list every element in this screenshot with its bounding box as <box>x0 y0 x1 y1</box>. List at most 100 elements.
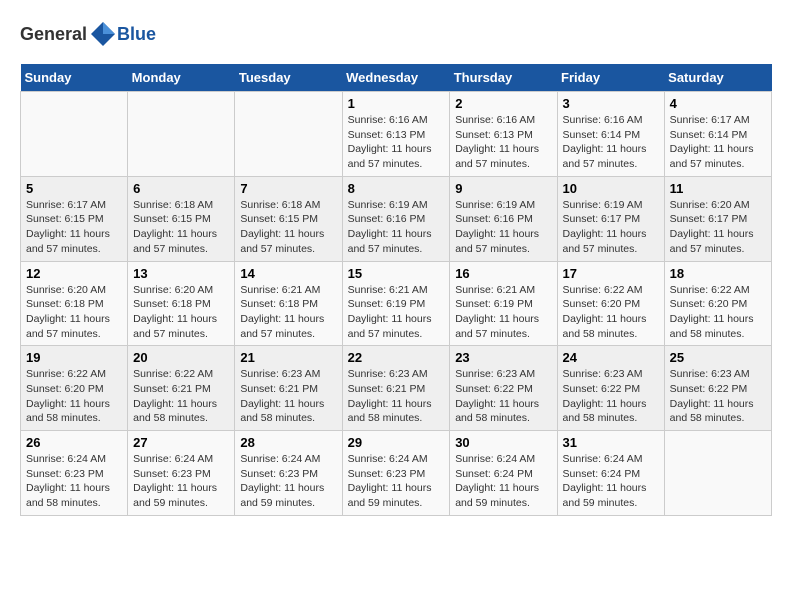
day-number: 27 <box>133 435 229 450</box>
calendar-cell: 17 Sunrise: 6:22 AM Sunset: 6:20 PM Dayli… <box>557 261 664 346</box>
calendar-cell: 31 Sunrise: 6:24 AM Sunset: 6:24 PM Dayli… <box>557 431 664 516</box>
calendar-cell: 22 Sunrise: 6:23 AM Sunset: 6:21 PM Dayli… <box>342 346 450 431</box>
calendar-cell: 27 Sunrise: 6:24 AM Sunset: 6:23 PM Dayli… <box>128 431 235 516</box>
day-number: 20 <box>133 350 229 365</box>
day-number: 17 <box>563 266 659 281</box>
day-number: 26 <box>26 435 122 450</box>
day-number: 31 <box>563 435 659 450</box>
logo-text-blue: Blue <box>117 24 156 45</box>
calendar-cell: 3 Sunrise: 6:16 AM Sunset: 6:14 PM Daylig… <box>557 92 664 177</box>
day-info: Sunrise: 6:18 AM Sunset: 6:15 PM Dayligh… <box>240 198 336 257</box>
calendar-cell: 15 Sunrise: 6:21 AM Sunset: 6:19 PM Dayli… <box>342 261 450 346</box>
column-header-monday: Monday <box>128 64 235 92</box>
calendar-cell: 24 Sunrise: 6:23 AM Sunset: 6:22 PM Dayli… <box>557 346 664 431</box>
calendar-cell: 28 Sunrise: 6:24 AM Sunset: 6:23 PM Dayli… <box>235 431 342 516</box>
day-info: Sunrise: 6:24 AM Sunset: 6:23 PM Dayligh… <box>240 452 336 511</box>
day-info: Sunrise: 6:23 AM Sunset: 6:22 PM Dayligh… <box>563 367 659 426</box>
day-number: 7 <box>240 181 336 196</box>
day-number: 10 <box>563 181 659 196</box>
calendar-cell: 29 Sunrise: 6:24 AM Sunset: 6:23 PM Dayli… <box>342 431 450 516</box>
calendar-cell: 21 Sunrise: 6:23 AM Sunset: 6:21 PM Dayli… <box>235 346 342 431</box>
calendar-cell: 9 Sunrise: 6:19 AM Sunset: 6:16 PM Daylig… <box>450 176 557 261</box>
calendar-cell: 30 Sunrise: 6:24 AM Sunset: 6:24 PM Dayli… <box>450 431 557 516</box>
calendar-cell: 12Sunrise: 6:20 AM Sunset: 6:18 PM Dayli… <box>21 261 128 346</box>
day-info: Sunrise: 6:24 AM Sunset: 6:24 PM Dayligh… <box>563 452 659 511</box>
day-info: Sunrise: 6:21 AM Sunset: 6:18 PM Dayligh… <box>240 283 336 342</box>
day-number: 5 <box>26 181 122 196</box>
day-info: Sunrise: 6:16 AM Sunset: 6:13 PM Dayligh… <box>455 113 551 172</box>
day-number: 8 <box>348 181 445 196</box>
day-info: Sunrise: 6:23 AM Sunset: 6:21 PM Dayligh… <box>348 367 445 426</box>
day-info: Sunrise: 6:21 AM Sunset: 6:19 PM Dayligh… <box>455 283 551 342</box>
page-header: General Blue <box>20 20 772 48</box>
day-info: Sunrise: 6:18 AM Sunset: 6:15 PM Dayligh… <box>133 198 229 257</box>
day-number: 21 <box>240 350 336 365</box>
calendar-cell: 20 Sunrise: 6:22 AM Sunset: 6:21 PM Dayli… <box>128 346 235 431</box>
day-info: Sunrise: 6:23 AM Sunset: 6:22 PM Dayligh… <box>455 367 551 426</box>
calendar-cell: 4 Sunrise: 6:17 AM Sunset: 6:14 PM Daylig… <box>664 92 771 177</box>
day-number: 9 <box>455 181 551 196</box>
day-info: Sunrise: 6:17 AM Sunset: 6:14 PM Dayligh… <box>670 113 766 172</box>
day-number: 24 <box>563 350 659 365</box>
day-info: Sunrise: 6:16 AM Sunset: 6:14 PM Dayligh… <box>563 113 659 172</box>
day-info: Sunrise: 6:16 AM Sunset: 6:13 PM Dayligh… <box>348 113 445 172</box>
calendar-cell: 14 Sunrise: 6:21 AM Sunset: 6:18 PM Dayli… <box>235 261 342 346</box>
calendar-cell: 18Sunrise: 6:22 AM Sunset: 6:20 PM Dayli… <box>664 261 771 346</box>
day-info: Sunrise: 6:24 AM Sunset: 6:23 PM Dayligh… <box>26 452 122 511</box>
calendar-cell: 2Sunrise: 6:16 AM Sunset: 6:13 PM Daylig… <box>450 92 557 177</box>
day-number: 30 <box>455 435 551 450</box>
day-number: 29 <box>348 435 445 450</box>
day-number: 25 <box>670 350 766 365</box>
day-number: 19 <box>26 350 122 365</box>
day-info: Sunrise: 6:24 AM Sunset: 6:23 PM Dayligh… <box>133 452 229 511</box>
calendar-cell: 5 Sunrise: 6:17 AM Sunset: 6:15 PM Daylig… <box>21 176 128 261</box>
calendar-header-row: SundayMondayTuesdayWednesdayThursdayFrid… <box>21 64 772 92</box>
calendar-cell: 10Sunrise: 6:19 AM Sunset: 6:17 PM Dayli… <box>557 176 664 261</box>
day-info: Sunrise: 6:22 AM Sunset: 6:20 PM Dayligh… <box>26 367 122 426</box>
column-header-sunday: Sunday <box>21 64 128 92</box>
day-number: 15 <box>348 266 445 281</box>
column-header-saturday: Saturday <box>664 64 771 92</box>
day-info: Sunrise: 6:24 AM Sunset: 6:24 PM Dayligh… <box>455 452 551 511</box>
calendar-table: SundayMondayTuesdayWednesdayThursdayFrid… <box>20 64 772 516</box>
calendar-cell: 16 Sunrise: 6:21 AM Sunset: 6:19 PM Dayli… <box>450 261 557 346</box>
day-info: Sunrise: 6:20 AM Sunset: 6:18 PM Dayligh… <box>133 283 229 342</box>
day-number: 1 <box>348 96 445 111</box>
calendar-cell: 1 Sunrise: 6:16 AM Sunset: 6:13 PM Daylig… <box>342 92 450 177</box>
day-number: 28 <box>240 435 336 450</box>
calendar-week-row: 19 Sunrise: 6:22 AM Sunset: 6:20 PM Dayli… <box>21 346 772 431</box>
calendar-cell: 6Sunrise: 6:18 AM Sunset: 6:15 PM Daylig… <box>128 176 235 261</box>
day-number: 3 <box>563 96 659 111</box>
day-number: 4 <box>670 96 766 111</box>
day-number: 23 <box>455 350 551 365</box>
day-info: Sunrise: 6:20 AM Sunset: 6:17 PM Dayligh… <box>670 198 766 257</box>
day-info: Sunrise: 6:22 AM Sunset: 6:20 PM Dayligh… <box>563 283 659 342</box>
column-header-thursday: Thursday <box>450 64 557 92</box>
day-info: Sunrise: 6:19 AM Sunset: 6:16 PM Dayligh… <box>348 198 445 257</box>
calendar-week-row: 5 Sunrise: 6:17 AM Sunset: 6:15 PM Daylig… <box>21 176 772 261</box>
day-info: Sunrise: 6:23 AM Sunset: 6:22 PM Dayligh… <box>670 367 766 426</box>
logo-icon <box>89 20 117 48</box>
calendar-week-row: 26 Sunrise: 6:24 AM Sunset: 6:23 PM Dayli… <box>21 431 772 516</box>
day-info: Sunrise: 6:17 AM Sunset: 6:15 PM Dayligh… <box>26 198 122 257</box>
day-number: 18 <box>670 266 766 281</box>
day-number: 22 <box>348 350 445 365</box>
day-number: 16 <box>455 266 551 281</box>
logo: General Blue <box>20 20 156 48</box>
calendar-cell: 7 Sunrise: 6:18 AM Sunset: 6:15 PM Daylig… <box>235 176 342 261</box>
day-number: 13 <box>133 266 229 281</box>
calendar-week-row: 12Sunrise: 6:20 AM Sunset: 6:18 PM Dayli… <box>21 261 772 346</box>
day-number: 14 <box>240 266 336 281</box>
day-info: Sunrise: 6:22 AM Sunset: 6:21 PM Dayligh… <box>133 367 229 426</box>
day-info: Sunrise: 6:24 AM Sunset: 6:23 PM Dayligh… <box>348 452 445 511</box>
calendar-cell: 26 Sunrise: 6:24 AM Sunset: 6:23 PM Dayli… <box>21 431 128 516</box>
calendar-cell: 8 Sunrise: 6:19 AM Sunset: 6:16 PM Daylig… <box>342 176 450 261</box>
day-info: Sunrise: 6:23 AM Sunset: 6:21 PM Dayligh… <box>240 367 336 426</box>
day-info: Sunrise: 6:21 AM Sunset: 6:19 PM Dayligh… <box>348 283 445 342</box>
column-header-friday: Friday <box>557 64 664 92</box>
calendar-week-row: 1 Sunrise: 6:16 AM Sunset: 6:13 PM Daylig… <box>21 92 772 177</box>
calendar-cell <box>21 92 128 177</box>
day-info: Sunrise: 6:19 AM Sunset: 6:16 PM Dayligh… <box>455 198 551 257</box>
calendar-cell: 23 Sunrise: 6:23 AM Sunset: 6:22 PM Dayli… <box>450 346 557 431</box>
calendar-cell <box>235 92 342 177</box>
